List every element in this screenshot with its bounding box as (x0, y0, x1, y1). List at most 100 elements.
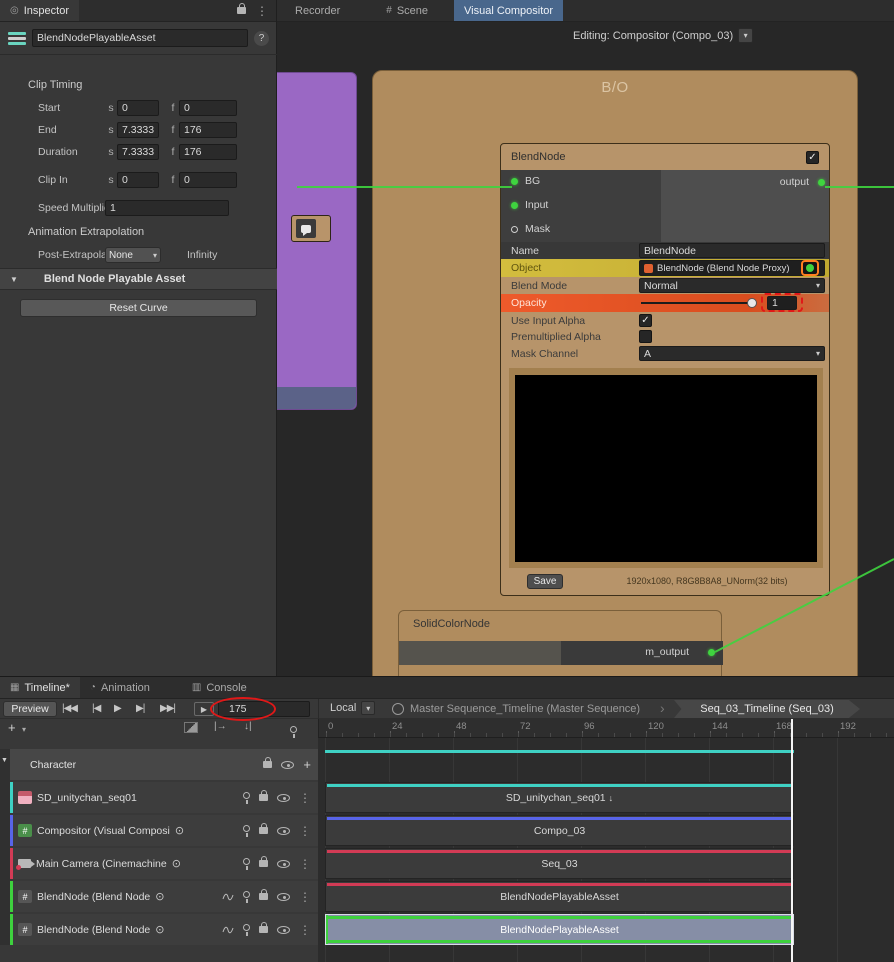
eye-icon[interactable] (277, 826, 290, 835)
object-picker-icon[interactable]: ⊙ (172, 857, 181, 870)
clip-in-seconds-field[interactable]: 0 (117, 172, 159, 188)
kebab-menu-icon[interactable]: ⋮ (256, 4, 268, 18)
eye-icon[interactable] (277, 892, 290, 901)
lock-icon[interactable] (259, 856, 268, 867)
object-field[interactable]: BlendNode (Blend Node Proxy) (639, 260, 825, 276)
clip-in-frames-field[interactable]: 0 (179, 172, 237, 188)
eye-icon[interactable] (281, 760, 295, 769)
opacity-slider[interactable] (641, 298, 757, 308)
reset-curve-button[interactable]: Reset Curve (20, 299, 257, 317)
help-icon[interactable]: ? (254, 30, 269, 46)
use-input-alpha-checkbox[interactable]: ✓ (639, 314, 652, 327)
tab-console[interactable]: ▥ Console (182, 677, 257, 698)
tab-recorder[interactable]: Recorder (285, 0, 350, 21)
track-main-camera[interactable]: Main Camera (Cinemachine ⊙ ⋮ (10, 848, 318, 879)
speed-multiplier-field[interactable]: 1 (105, 200, 229, 216)
compositor-graph[interactable]: B/O Editing: Compositor (Compo_03) ▾ Ble… (277, 22, 894, 676)
clip-blendnode-2-selected[interactable]: BlendNodePlayableAsset (325, 914, 794, 945)
clip-blendnode-1[interactable]: BlendNodePlayableAsset (325, 881, 794, 912)
clip-sd-unitychan[interactable]: SD_unitychan_seq01 ↓ (325, 782, 794, 813)
tab-visual-compositor[interactable]: Visual Compositor (454, 0, 564, 21)
object-picker-icon[interactable]: ⊙ (175, 824, 184, 837)
object-picker-icon[interactable]: ⊙ (155, 890, 164, 903)
start-seconds-field[interactable]: 0 (117, 100, 159, 116)
track-blendnode-2[interactable]: # BlendNode (Blend Node ⊙ ⋮ (10, 914, 318, 945)
clip-seq-03[interactable]: Seq_03 (325, 848, 794, 879)
track-group-character[interactable]: Character + (10, 749, 318, 780)
marker-pin-icon[interactable] (290, 726, 297, 738)
tab-timeline[interactable]: ▦ Timeline* (0, 677, 80, 698)
pin-icon[interactable] (243, 891, 250, 903)
mask-channel-dropdown[interactable]: A ▾ (639, 346, 825, 361)
breadcrumb-current[interactable]: Seq_03_Timeline (Seq_03) (674, 700, 860, 718)
end-frames-field[interactable]: 176 (179, 122, 237, 138)
pin-icon[interactable] (243, 924, 250, 936)
slider-handle[interactable] (747, 298, 757, 308)
blend-mode-dropdown[interactable]: Normal ▾ (639, 278, 825, 293)
blend-node-foldout[interactable]: ▼ Blend Node Playable Asset (0, 268, 277, 290)
curves-icon[interactable] (222, 892, 234, 902)
pin-icon[interactable] (243, 858, 250, 870)
premultiplied-alpha-checkbox[interactable] (639, 330, 652, 343)
clip-compo-03[interactable]: Compo_03 (325, 815, 794, 846)
asset-name-field[interactable] (32, 29, 248, 47)
lock-icon[interactable] (259, 823, 268, 834)
track-sd-unitychan[interactable]: SD_unitychan_seq01 ⋮ (10, 782, 318, 813)
object-picker-icon[interactable] (801, 260, 819, 276)
eye-icon[interactable] (277, 925, 290, 934)
playhead[interactable] (791, 719, 793, 962)
add-to-group-icon[interactable]: + (303, 757, 311, 772)
lock-icon[interactable] (259, 790, 268, 801)
play-range-toggle[interactable]: ▶ (194, 702, 214, 716)
add-track-button[interactable]: + (8, 720, 16, 735)
duration-frames-field[interactable]: 176 (179, 144, 237, 160)
kebab-menu-icon[interactable]: ⋮ (299, 824, 311, 838)
node-enabled-checkbox[interactable]: ✓ (806, 150, 819, 164)
save-button[interactable]: Save (527, 574, 563, 589)
editing-compositor-dropdown[interactable]: Editing: Compositor (Compo_03) ▾ (573, 28, 754, 43)
node-solid-color[interactable]: SolidColorNode m_output (398, 610, 723, 676)
post-extrapolate-dropdown[interactable]: None ▾ (105, 247, 161, 263)
lock-icon[interactable] (263, 757, 273, 768)
track-compositor[interactable]: # Compositor (Visual Composi ⊙ ⋮ (10, 815, 318, 846)
current-frame-field[interactable] (218, 701, 310, 717)
kebab-menu-icon[interactable]: ⋮ (299, 890, 311, 904)
breadcrumb-master[interactable]: Master Sequence_Timeline (Master Sequenc… (410, 703, 640, 715)
tab-scene[interactable]: # Scene (376, 0, 438, 21)
previous-frame-button[interactable]: |◀ (92, 703, 101, 714)
lock-icon[interactable] (259, 922, 268, 933)
port-output-dot[interactable] (818, 179, 825, 186)
go-to-start-button[interactable]: |◀◀ (62, 703, 78, 714)
preview-toggle-button[interactable]: Preview (3, 701, 57, 717)
curves-view-toggle-icon[interactable] (184, 722, 198, 733)
m-output-dot[interactable] (708, 649, 715, 656)
track-blendnode-1[interactable]: # BlendNode (Blend Node ⊙ ⋮ (10, 881, 318, 912)
go-to-end-button[interactable]: ▶▶| (160, 703, 176, 714)
kebab-menu-icon[interactable]: ⋮ (299, 791, 311, 805)
end-seconds-field[interactable]: 7.3333 (117, 122, 159, 138)
next-frame-button[interactable]: ▶| (136, 703, 145, 714)
kebab-menu-icon[interactable]: ⋮ (299, 857, 311, 871)
edit-mode-replace-icon[interactable]: ↓| (244, 721, 252, 732)
eye-icon[interactable] (277, 793, 290, 802)
pin-icon[interactable] (243, 792, 250, 804)
play-button[interactable]: ▶ (114, 703, 122, 714)
add-track-caret-icon[interactable]: ▾ (22, 725, 26, 734)
timeline-ruler[interactable]: 0 24 48 72 96 120 144 168 192 (318, 719, 894, 738)
opacity-value-field[interactable]: 1 (767, 296, 797, 310)
port-mask[interactable]: Mask (511, 223, 550, 235)
curves-icon[interactable] (222, 925, 234, 935)
port-input[interactable]: Input (511, 199, 548, 211)
kebab-menu-icon[interactable]: ⋮ (299, 923, 311, 937)
edit-mode-mix-icon[interactable]: |→ (214, 721, 227, 732)
reference-mode-dropdown[interactable]: Local ▾ (330, 701, 376, 715)
eye-icon[interactable] (277, 859, 290, 868)
tab-inspector[interactable]: ◎ Inspector (0, 0, 79, 21)
pin-icon[interactable] (243, 825, 250, 837)
lock-icon[interactable] (259, 889, 268, 900)
node-comment[interactable] (291, 215, 331, 242)
tab-animation[interactable]: ◔ Animation (80, 677, 160, 698)
start-frames-field[interactable]: 0 (179, 100, 237, 116)
duration-seconds-field[interactable]: 7.3333 (117, 144, 159, 160)
lock-icon[interactable] (237, 3, 246, 14)
